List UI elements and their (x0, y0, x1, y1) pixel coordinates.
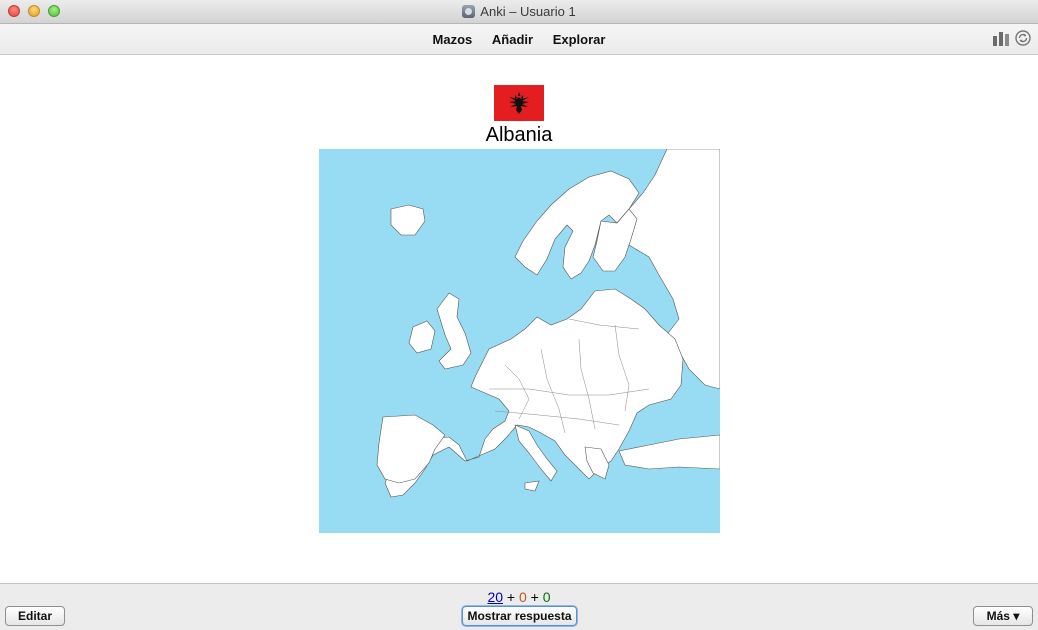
toolbar-nav: Mazos Añadir Explorar (0, 32, 1038, 47)
edit-button[interactable]: Editar (5, 606, 65, 626)
sync-icon[interactable] (1015, 30, 1031, 46)
count-separator-1: + (506, 589, 516, 605)
new-count[interactable]: 20 (487, 589, 503, 605)
stats-icon[interactable] (993, 31, 1009, 46)
window-title: Anki – Usuario 1 (0, 4, 1038, 19)
title-bar: Anki – Usuario 1 (0, 0, 1038, 24)
review-count: 0 (542, 589, 551, 605)
main-toolbar: Mazos Añadir Explorar (0, 24, 1038, 55)
window-title-text: Anki – Usuario 1 (480, 4, 576, 19)
card-counts: 20 + 0 + 0 (0, 589, 1038, 605)
country-name: Albania (485, 124, 553, 146)
nav-decks[interactable]: Mazos (433, 32, 473, 47)
count-separator-2: + (530, 589, 539, 605)
bottom-bar: 20 + 0 + 0 Editar Mostrar respuesta Más … (0, 583, 1038, 630)
show-answer-button[interactable]: Mostrar respuesta (462, 606, 577, 626)
albania-flag-icon (494, 85, 544, 121)
eagle-icon (509, 92, 529, 114)
europe-map (319, 149, 720, 533)
learning-count: 0 (518, 589, 527, 605)
more-button[interactable]: Más ▾ (973, 606, 1033, 626)
anki-app-icon (462, 5, 476, 18)
nav-browse[interactable]: Explorar (553, 32, 606, 47)
nav-add[interactable]: Añadir (492, 32, 533, 47)
